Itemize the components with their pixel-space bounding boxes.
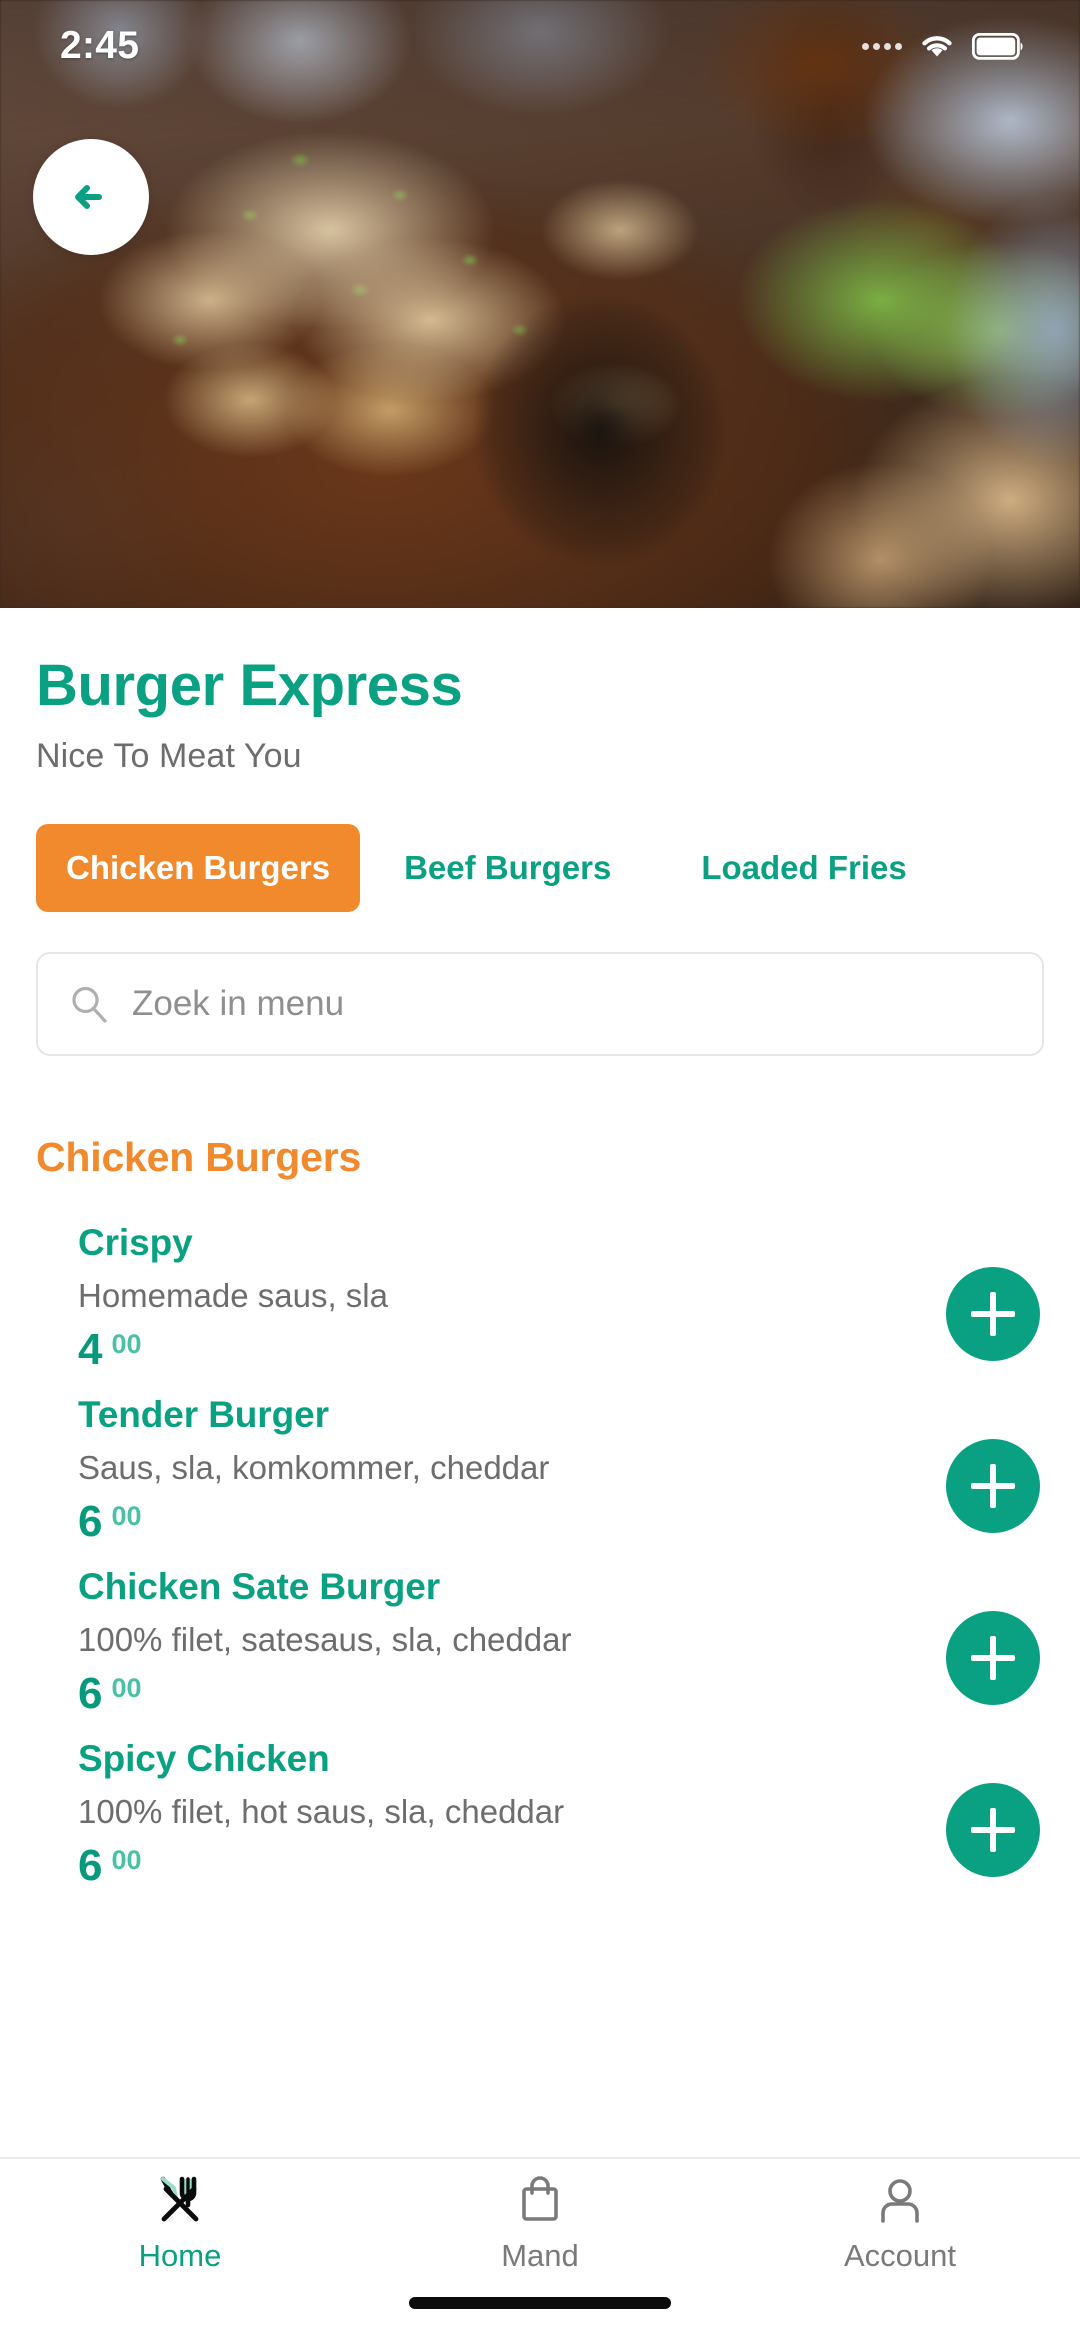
restaurant-tagline: Nice To Meat You — [36, 736, 302, 775]
price-decimal: 00 — [111, 1844, 142, 1875]
tab-beef-burgers[interactable]: Beef Burgers — [374, 824, 641, 912]
signal-dots-icon — [862, 42, 902, 50]
section-title: Chicken Burgers — [36, 1133, 362, 1180]
nav-label-account: Account — [843, 2238, 956, 2273]
cutlery-icon — [160, 2176, 199, 2222]
price-decimal: 00 — [111, 1328, 142, 1359]
status-icons — [862, 31, 1024, 61]
item-name: Crispy — [78, 1221, 193, 1263]
add-to-cart-button[interactable] — [946, 1438, 1040, 1533]
add-to-cart-button[interactable] — [946, 1782, 1040, 1877]
person-icon — [881, 2179, 919, 2223]
restaurant-header: Burger Express Nice To Meat You — [0, 608, 1080, 776]
tab-chicken-burgers[interactable]: Chicken Burgers — [36, 823, 361, 912]
item-name: Spicy Chicken — [78, 1737, 330, 1779]
battery-full-icon — [972, 32, 1023, 60]
menu-item[interactable]: Spicy Chicken 100% filet, hot saus, sla,… — [0, 1737, 1080, 1911]
menu-item[interactable]: Crispy Homemade saus, sla 4 00 — [0, 1221, 1080, 1395]
price-integer: 6 — [78, 1840, 103, 1890]
status-bar: 2:45 — [0, 0, 1080, 92]
arrow-left-icon — [75, 185, 102, 209]
item-price: 6 00 — [78, 1668, 1044, 1718]
item-description: Homemade saus, sla — [78, 1276, 388, 1314]
search-input[interactable]: Zoek in menu — [36, 951, 1044, 1056]
item-name: Chicken Sate Burger — [78, 1565, 441, 1607]
tab-loaded-fries[interactable]: Loaded Fries — [671, 824, 936, 912]
nav-item-mand[interactable]: Mand — [360, 2159, 720, 2281]
item-price: 6 00 — [78, 1496, 1044, 1546]
nav-item-home[interactable]: Home — [0, 2159, 360, 2281]
add-to-cart-button[interactable] — [946, 1266, 1040, 1361]
home-indicator[interactable] — [409, 2297, 671, 2309]
bottom-navigation: Home Mand Account — [0, 2157, 1080, 2333]
menu-item[interactable]: Tender Burger Saus, sla, komkommer, ched… — [0, 1393, 1080, 1567]
shopping-bag-icon — [522, 2176, 558, 2221]
price-decimal: 00 — [111, 1500, 142, 1531]
back-button[interactable] — [33, 139, 149, 255]
nav-label-home: Home — [138, 2238, 222, 2273]
menu-content: Burger Express Nice To Meat You Chicken … — [0, 608, 1080, 2333]
item-price: 4 00 — [78, 1324, 1044, 1374]
item-price: 6 00 — [78, 1840, 1044, 1890]
menu-item[interactable]: Chicken Sate Burger 100% filet, satesaus… — [0, 1565, 1080, 1739]
price-integer: 4 — [78, 1324, 103, 1374]
price-decimal: 00 — [111, 1672, 142, 1703]
nav-label-mand: Mand — [501, 2238, 579, 2273]
app-screen: 2:45 Burger Express Nice To Meat You Chi… — [0, 0, 1080, 2333]
search-icon — [72, 986, 107, 1023]
item-description: Saus, sla, komkommer, cheddar — [78, 1448, 550, 1486]
nav-item-account[interactable]: Account — [720, 2159, 1080, 2281]
add-to-cart-button[interactable] — [946, 1610, 1040, 1705]
wifi-icon — [922, 36, 952, 57]
menu-item-list: Crispy Homemade saus, sla 4 00 Tender Bu… — [0, 1221, 1080, 1911]
item-description: 100% filet, hot saus, sla, cheddar — [78, 1792, 565, 1830]
status-time: 2:45 — [60, 24, 140, 67]
search-placeholder: Zoek in menu — [132, 983, 345, 1023]
price-integer: 6 — [78, 1668, 103, 1718]
item-description: 100% filet, satesaus, sla, cheddar — [78, 1620, 572, 1658]
page-title: Burger Express — [36, 653, 463, 718]
item-name: Tender Burger — [78, 1393, 329, 1435]
price-integer: 6 — [78, 1496, 103, 1546]
category-tabs: Chicken Burgers Beef Burgers Loaded Frie… — [0, 823, 1080, 912]
